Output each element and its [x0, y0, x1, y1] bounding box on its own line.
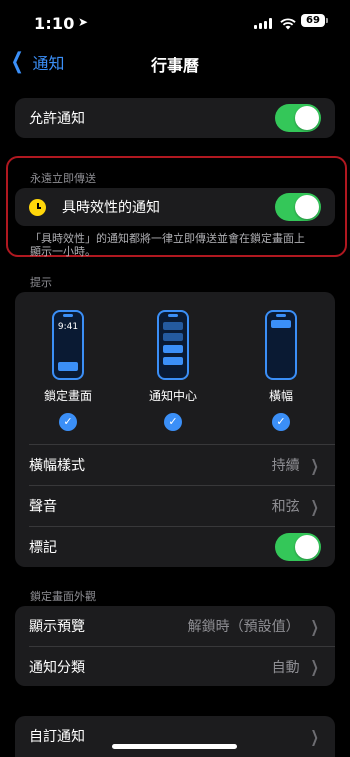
time-sensitive-toggle[interactable]	[275, 193, 321, 221]
sound-label: 聲音	[29, 499, 57, 515]
notification-center-phone-icon[interactable]	[157, 310, 189, 380]
chevron-right-icon: ❯	[310, 616, 319, 636]
time-sensitive-footer-line1: 「具時效性」的通知都將一律立即傳送並會在鎖定畫面上	[30, 232, 305, 245]
notification-grouping-row[interactable]: 通知分類 自動 ❯	[15, 647, 335, 686]
cellular-signal-icon	[254, 18, 272, 29]
lock-screen-checkmark-icon[interactable]: ✓	[59, 413, 77, 431]
notification-center-style-label: 通知中心	[148, 389, 197, 403]
lock-appearance-header: 鎖定畫面外觀	[30, 590, 96, 603]
battery-icon: 69	[301, 14, 328, 27]
lock-screen-style-label: 鎖定畫面	[43, 389, 92, 403]
notification-grouping-value: 自動	[271, 659, 300, 676]
location-arrow-icon: ➤	[78, 15, 89, 29]
time-sensitive-card: 具時效性的通知	[15, 188, 335, 226]
badge-toggle[interactable]	[275, 533, 321, 561]
page-title: 行事曆	[150, 56, 199, 75]
banner-style-value: 持續	[271, 458, 300, 474]
status-time: 1:10	[34, 14, 75, 33]
chevron-right-icon: ❯	[310, 726, 319, 746]
time-sensitive-row: 具時效性的通知	[15, 188, 335, 226]
banner-style-row[interactable]: 橫幅樣式 持續 ❯	[15, 445, 335, 485]
chevron-right-icon: ❯	[310, 657, 319, 676]
custom-notifications-label: 自訂通知	[29, 729, 85, 745]
show-preview-label: 顯示預覽	[29, 619, 85, 635]
banner-style-label: 橫幅	[268, 389, 293, 403]
allow-notifications-row: 允許通知	[15, 98, 335, 138]
chevron-right-icon: ❯	[310, 455, 319, 475]
custom-notifications-card: 自訂通知 ❯	[15, 716, 335, 757]
alerts-header: 提示	[30, 276, 52, 289]
banner-style-row-label: 橫幅樣式	[29, 458, 85, 474]
clock-icon	[29, 198, 46, 216]
sound-row[interactable]: 聲音 和弦 ❯	[15, 486, 335, 526]
time-sensitive-footer-line2: 顯示一小時。	[30, 245, 96, 258]
wifi-icon	[280, 15, 296, 34]
lock-appearance-card: 顯示預覽 解鎖時（預設值） ❯ 通知分類 自動 ❯	[15, 606, 335, 686]
show-preview-value: 解鎖時（預設值）	[187, 619, 300, 635]
notification-grouping-label: 通知分類	[29, 659, 85, 676]
notification-center-checkmark-icon[interactable]: ✓	[164, 413, 182, 431]
custom-notifications-row[interactable]: 自訂通知 ❯	[15, 716, 335, 756]
alerts-card: 9:41 鎖定畫面 通知中心 橫幅 ✓ ✓ ✓ 橫幅樣式 持續 ❯ 聲音 和弦 ❯ …	[15, 292, 335, 567]
badge-row: 標記	[15, 527, 335, 567]
allow-notifications-card: 允許通知	[15, 98, 335, 138]
lock-screen-phone-icon[interactable]: 9:41	[52, 310, 84, 380]
badge-label: 標記	[29, 540, 57, 556]
show-preview-row[interactable]: 顯示預覽 解鎖時（預設值） ❯	[15, 606, 335, 646]
home-indicator[interactable]	[112, 744, 237, 749]
banner-phone-icon[interactable]	[265, 310, 297, 380]
lock-screen-time: 9:41	[57, 322, 79, 332]
allow-notifications-label: 允許通知	[29, 111, 85, 127]
allow-notifications-toggle[interactable]	[275, 104, 321, 132]
sound-value: 和弦	[271, 499, 300, 515]
time-sensitive-footer: 「具時效性」的通知都將一律立即傳送並會在鎖定畫面上 顯示一小時。	[30, 232, 330, 258]
banner-checkmark-icon[interactable]: ✓	[272, 413, 290, 431]
chevron-right-icon: ❯	[310, 496, 319, 516]
always-deliver-header: 永遠立即傳送	[30, 172, 96, 185]
time-sensitive-label: 具時效性的通知	[62, 200, 160, 216]
